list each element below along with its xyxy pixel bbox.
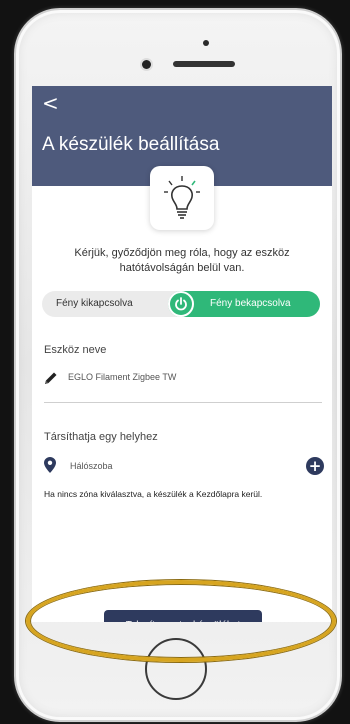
toggle-off-label[interactable]: Fény kikapcsolva	[56, 298, 133, 309]
zone-note: Ha nincs zóna kiválasztva, a készülék a …	[44, 489, 263, 499]
plus-circle-icon[interactable]: +	[306, 457, 324, 475]
install-device-button[interactable]: Telepítse ezt a készüléket	[104, 610, 262, 622]
pencil-icon	[45, 372, 57, 384]
toggle-on-label: Fény bekapcsolva	[210, 298, 291, 309]
home-button[interactable]	[145, 638, 207, 700]
device-name-field[interactable]: EGLO Filament Zigbee TW	[44, 369, 320, 387]
power-button[interactable]	[168, 291, 194, 317]
place-value[interactable]: Hálószoba	[70, 461, 113, 471]
location-pin-icon	[44, 457, 56, 473]
divider	[44, 402, 322, 403]
earpiece-speaker	[173, 61, 235, 67]
place-label: Társíthatja egy helyhez	[44, 431, 158, 443]
place-selector[interactable]: Hálószoba +	[44, 457, 326, 475]
device-name-value[interactable]: EGLO Filament Zigbee TW	[68, 372, 176, 382]
lightbulb-icon	[164, 176, 200, 219]
bulb-card	[150, 166, 214, 230]
sensor-dot	[203, 40, 209, 46]
front-camera	[142, 60, 151, 69]
device-name-label: Eszköz neve	[44, 344, 107, 356]
page-title: A készülék beállítása	[42, 134, 220, 155]
range-hint: Kérjük, győződjön meg róla, hogy az eszk…	[74, 247, 290, 274]
power-icon	[175, 297, 187, 311]
toggle-on-segment[interactable]: Fény bekapcsolva	[168, 291, 320, 317]
light-toggle[interactable]: Fény kikapcsolva Fény bekapcsolva	[42, 291, 320, 317]
back-button[interactable]: <	[42, 92, 59, 114]
app-screen: < A készülék beállítása Kérjük, győződjö…	[32, 86, 332, 622]
